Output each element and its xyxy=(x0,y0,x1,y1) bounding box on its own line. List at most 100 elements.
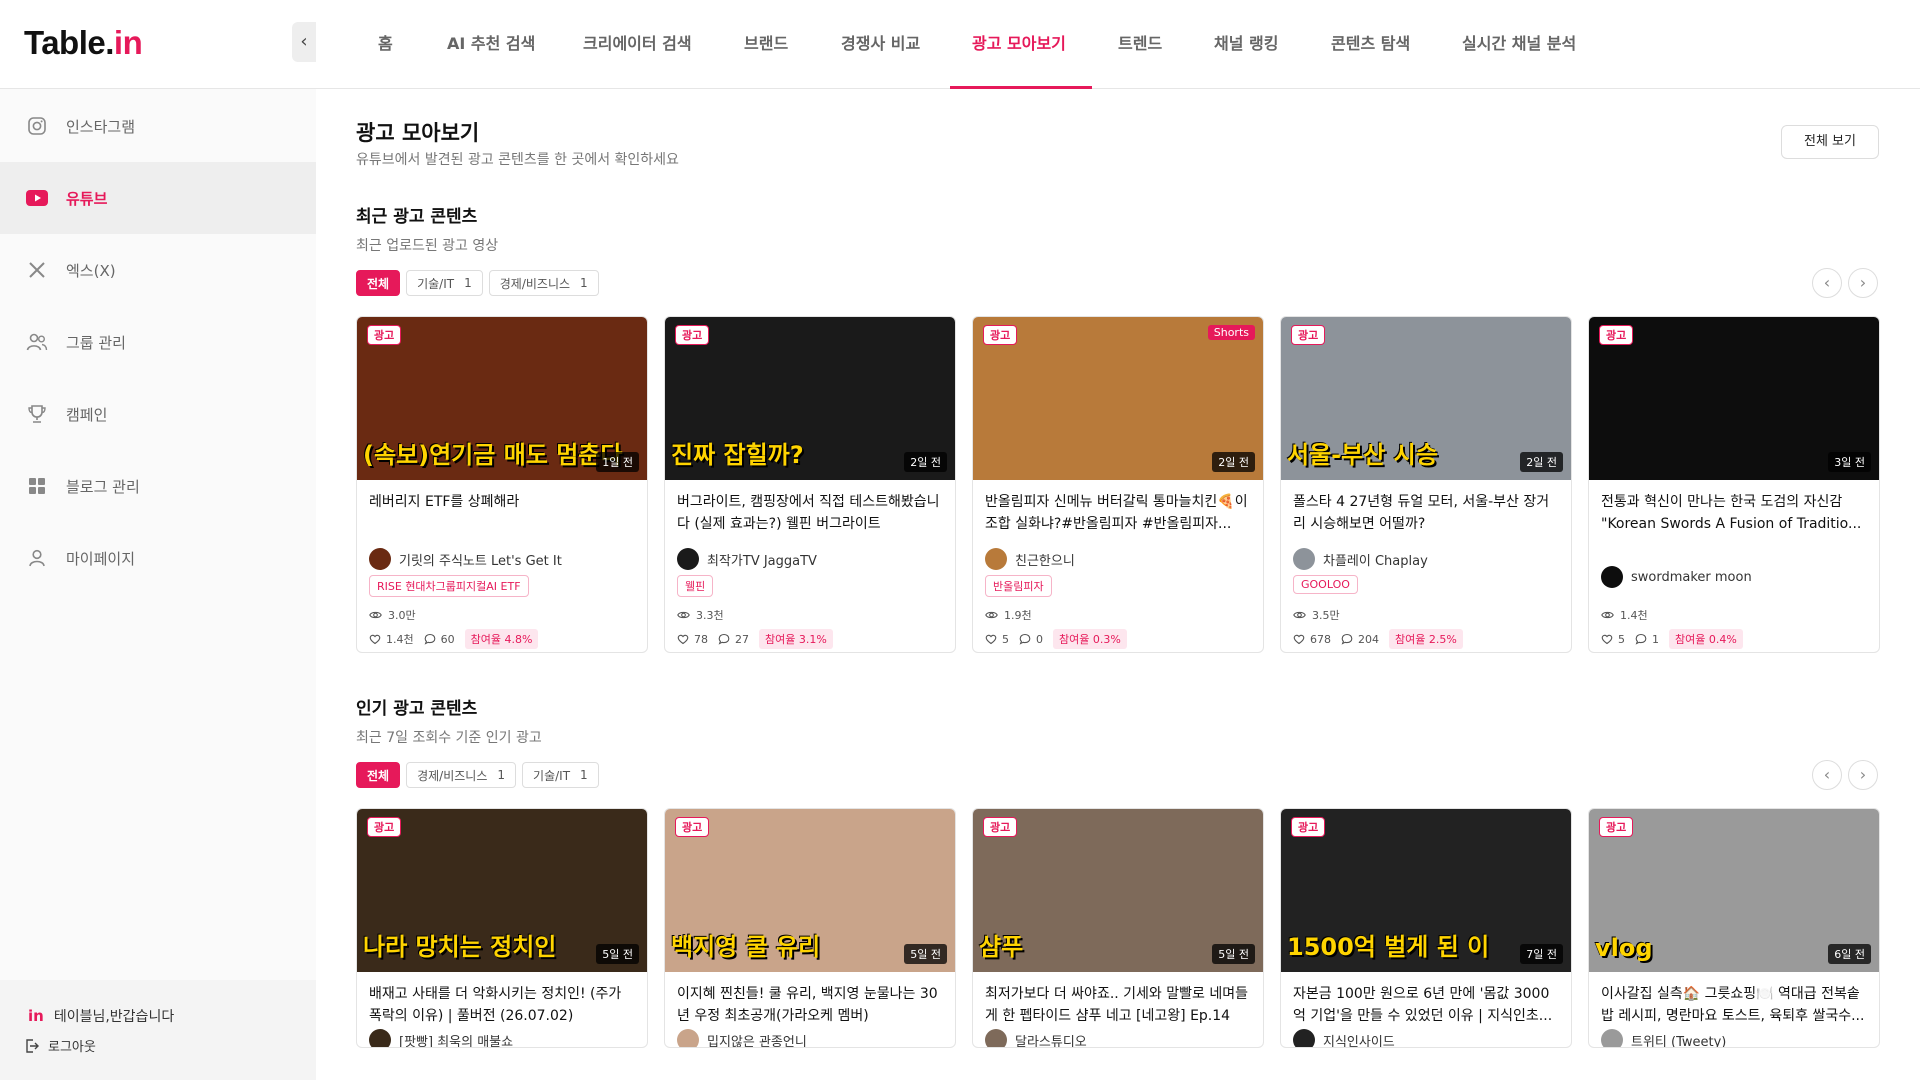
logout-button[interactable]: 로그아웃 xyxy=(24,1036,96,1055)
ad-card[interactable]: 광고 1500억 벌게 된 이 7일 전자본금 100만 원으로 6년 만에 '몸값… xyxy=(1280,808,1572,1048)
comments-value: 204 xyxy=(1358,632,1379,646)
comments: 60 xyxy=(424,633,455,646)
likes: 1.4천 xyxy=(369,631,414,647)
channel-info[interactable]: 밉지않은 관종언니 xyxy=(677,1029,807,1047)
video-title[interactable]: 폴스타 4 27년형 듀얼 모터, 서울-부산 장거리 시승해보면 어떨까? xyxy=(1293,491,1561,535)
sidebar-item-label: 그룹 관리 xyxy=(66,333,126,352)
video-thumbnail[interactable]: 광고 1500억 벌게 된 이 7일 전 xyxy=(1281,809,1571,972)
logo-area: Table.in xyxy=(0,0,316,89)
video-thumbnail[interactable]: 광고 vlog 6일 전 xyxy=(1589,809,1879,972)
channel-name: 기릿의 주식노트 Let's Get It xyxy=(399,553,562,569)
video-thumbnail[interactable]: 광고 백지영 쿨 유리 5일 전 xyxy=(665,809,955,972)
avatar xyxy=(369,1029,391,1047)
chip-business[interactable]: 경제/비즈니스 1 xyxy=(406,762,517,788)
tab-brand[interactable]: 브랜드 xyxy=(744,0,788,89)
upload-age: 5일 전 xyxy=(1212,944,1255,964)
video-thumbnail[interactable]: 광고 3일 전 xyxy=(1589,317,1879,480)
brand-tag[interactable]: GOOLOO xyxy=(1293,575,1358,594)
sidebar-item-mypage[interactable]: 마이페이지 xyxy=(0,522,316,594)
channel-info[interactable]: 달라스튜디오 xyxy=(985,1029,1087,1047)
tab-trend[interactable]: 트렌드 xyxy=(1118,0,1162,89)
ad-card[interactable]: 광고 Shorts 2일 전반올림피자 신메뉴 버터갈릭 통마늘치킨🍕이 조합 실화… xyxy=(972,316,1264,653)
channel-info[interactable]: 친근한으니 xyxy=(985,548,1075,570)
prev-button[interactable]: ‹ xyxy=(1812,760,1842,790)
ad-card[interactable]: 광고 진짜 잡힐까? 2일 전버그라이트, 캠핑장에서 직접 테스트해봤습니다 (실… xyxy=(664,316,956,653)
sidebar-item-x[interactable]: 엑스(X) xyxy=(0,234,316,306)
comments-value: 0 xyxy=(1036,632,1043,646)
view-count: 1.4천 xyxy=(1601,607,1648,623)
eye-icon xyxy=(369,610,382,620)
video-title[interactable]: 최저가보다 더 싸야죠.. 기세와 말빨로 네며들게 한 펩타이드 샴푸 네고 … xyxy=(985,983,1253,1027)
chevron-left-icon: ‹ xyxy=(1823,765,1831,784)
engagement-stats: 5 0 참여율 0.3% xyxy=(985,629,1127,649)
logo[interactable]: Table.in xyxy=(24,24,143,62)
video-title[interactable]: 버그라이트, 캠핑장에서 직접 테스트해봤습니다 (실제 효과는?) 웰핀 버그… xyxy=(677,491,945,535)
tab-ai-search[interactable]: AI 추천 검색 xyxy=(447,0,535,89)
ad-card[interactable]: 광고 3일 전전통과 혁신이 만나는 한국 도검의 자신감 "Korean Swo… xyxy=(1588,316,1880,653)
comments: 204 xyxy=(1341,633,1379,646)
popular-section-subtitle: 최근 7일 조회수 기준 인기 광고 xyxy=(356,730,542,746)
chip-tech[interactable]: 기술/IT 1 xyxy=(406,270,483,296)
brand-tag[interactable]: RISE 현대차그룹피지컬AI ETF xyxy=(369,575,529,597)
comment-icon xyxy=(424,633,436,645)
ad-card[interactable]: 광고 샴푸 5일 전최저가보다 더 싸야죠.. 기세와 말빨로 네며들게 한 펩타이… xyxy=(972,808,1264,1048)
video-title[interactable]: 이사갈집 실측🏠 그릇쇼핑🍽️ 역대급 전복솥밥 레시피, 명란마요 토스트, … xyxy=(1601,983,1869,1027)
channel-info[interactable]: 기릿의 주식노트 Let's Get It xyxy=(369,548,562,570)
sidebar-collapse-button[interactable]: ‹ xyxy=(292,22,316,62)
chip-all[interactable]: 전체 xyxy=(356,762,401,788)
sidebar-item-label: 캠페인 xyxy=(66,405,108,424)
chip-count: 1 xyxy=(580,768,588,782)
brand-tag[interactable]: 반올림피자 xyxy=(985,575,1052,597)
ad-card[interactable]: 광고 (속보)연기금 매도 멈춘다 1일 전레버리지 ETF를 상폐해라기릿의 주식… xyxy=(356,316,648,653)
sidebar-item-blog[interactable]: 블로그 관리 xyxy=(0,450,316,522)
brand-tag[interactable]: 웰핀 xyxy=(677,575,714,597)
video-thumbnail[interactable]: 광고 Shorts 2일 전 xyxy=(973,317,1263,480)
channel-info[interactable]: 지식인사이드 xyxy=(1293,1029,1395,1047)
tab-content-explore[interactable]: 콘텐츠 탐색 xyxy=(1331,0,1410,89)
video-title[interactable]: 자본금 100만 원으로 6년 만에 '몸값 3000억 기업'을 만들 수 있… xyxy=(1293,983,1561,1027)
tab-ad-collection[interactable]: 광고 모아보기 xyxy=(972,0,1066,89)
views-value: 1.4천 xyxy=(1620,609,1648,622)
grid-icon xyxy=(26,475,48,497)
views-value: 3.5만 xyxy=(1312,609,1340,622)
video-title[interactable]: 반올림피자 신메뉴 버터갈릭 통마늘치킨🍕이 조합 실화냐?#반올림피자 #반올… xyxy=(985,491,1253,535)
engagement-rate: 참여율 0.4% xyxy=(1669,629,1743,649)
heart-icon xyxy=(677,633,689,645)
prev-button[interactable]: ‹ xyxy=(1812,268,1842,298)
tab-creator-search[interactable]: 크리에이터 검색 xyxy=(583,0,692,89)
channel-info[interactable]: swordmaker moon xyxy=(1601,566,1752,588)
sidebar-item-instagram[interactable]: 인스타그램 xyxy=(0,90,316,162)
view-all-button[interactable]: 전체 보기 xyxy=(1781,125,1879,159)
channel-info[interactable]: 차플레이 Chaplay xyxy=(1293,548,1428,570)
video-thumbnail[interactable]: 광고 샴푸 5일 전 xyxy=(973,809,1263,972)
channel-info[interactable]: [팟빵] 최욱의 매불쇼 xyxy=(369,1029,513,1047)
tab-competitor[interactable]: 경쟁사 비교 xyxy=(841,0,920,89)
tab-realtime-analysis[interactable]: 실시간 채널 분석 xyxy=(1462,0,1576,89)
chip-business[interactable]: 경제/비즈니스 1 xyxy=(488,270,599,296)
channel-info[interactable]: 트위티 (Tweety) xyxy=(1601,1029,1726,1047)
chip-tech[interactable]: 기술/IT 1 xyxy=(522,762,599,788)
next-button[interactable]: › xyxy=(1848,268,1878,298)
ad-card[interactable]: 광고 백지영 쿨 유리 5일 전이지혜 찐친들! 쿨 유리, 백지영 눈물나는 30… xyxy=(664,808,956,1048)
sidebar-item-campaign[interactable]: 캠페인 xyxy=(0,378,316,450)
video-thumbnail[interactable]: 광고 서울-부산 시승 2일 전 xyxy=(1281,317,1571,480)
next-button[interactable]: › xyxy=(1848,760,1878,790)
tab-channel-ranking[interactable]: 채널 랭킹 xyxy=(1214,0,1278,89)
tab-home[interactable]: 홈 xyxy=(378,0,393,89)
video-thumbnail[interactable]: 광고 나라 망치는 정치인 5일 전 xyxy=(357,809,647,972)
video-title[interactable]: 전통과 혁신이 만나는 한국 도검의 자신감 "Korean Swords A … xyxy=(1601,491,1869,535)
sidebar-item-group[interactable]: 그룹 관리 xyxy=(0,306,316,378)
ad-card[interactable]: 광고 나라 망치는 정치인 5일 전배재고 사태를 더 악화시키는 정치인! (주가… xyxy=(356,808,648,1048)
ad-card[interactable]: 광고 서울-부산 시승 2일 전폴스타 4 27년형 듀얼 모터, 서울-부산 장거… xyxy=(1280,316,1572,653)
video-title[interactable]: 배재고 사태를 더 악화시키는 정치인! (주가 폭락의 이유) | 풀버전 (… xyxy=(369,983,637,1027)
chip-all[interactable]: 전체 xyxy=(356,270,401,296)
video-thumbnail[interactable]: 광고 진짜 잡힐까? 2일 전 xyxy=(665,317,955,480)
video-thumbnail[interactable]: 광고 (속보)연기금 매도 멈춘다 1일 전 xyxy=(357,317,647,480)
chip-count: 1 xyxy=(497,768,506,782)
sidebar-item-youtube[interactable]: 유튜브 xyxy=(0,162,316,234)
recent-carousel-controls: ‹ › xyxy=(1812,268,1878,298)
video-title[interactable]: 레버리지 ETF를 상폐해라 xyxy=(369,491,637,535)
video-title[interactable]: 이지혜 찐친들! 쿨 유리, 백지영 눈물나는 30년 우정 최초공개(가라오케… xyxy=(677,983,945,1027)
channel-info[interactable]: 최작가TV JaggaTV xyxy=(677,548,817,570)
ad-card[interactable]: 광고 vlog 6일 전이사갈집 실측🏠 그릇쇼핑🍽️ 역대급 전복솥밥 레시피, … xyxy=(1588,808,1880,1048)
